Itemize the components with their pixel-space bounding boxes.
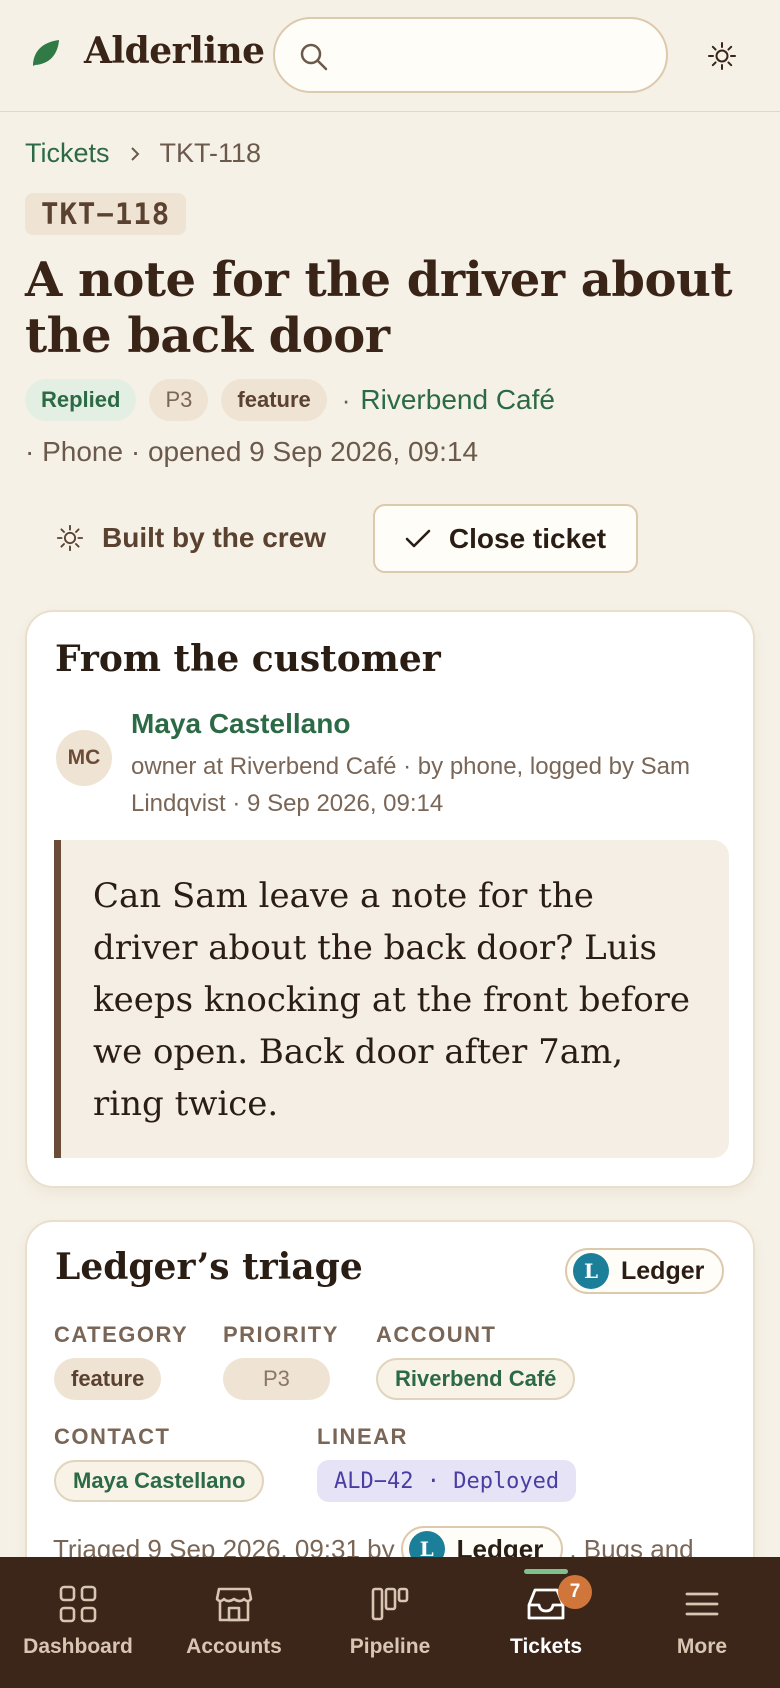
linear-issue-chip[interactable]: ALD−42 · Deployed xyxy=(317,1460,577,1502)
breadcrumb-current: TKT-118 xyxy=(159,138,262,168)
nav-label: Pipeline xyxy=(349,1635,431,1658)
ledger-name: Ledger xyxy=(621,1256,705,1285)
triage-card-title: Ledger’s triage xyxy=(55,1246,363,1288)
ledger-avatar: L xyxy=(573,1253,609,1289)
nav-item-pipeline[interactable]: Pipeline xyxy=(312,1557,468,1688)
close-ticket-label: Close ticket xyxy=(448,522,607,554)
customer-card-title: From the customer xyxy=(55,638,441,680)
nav-item-more[interactable]: More xyxy=(624,1557,780,1688)
contact-chip[interactable]: Maya Castellano xyxy=(54,1460,265,1502)
nav-item-accounts[interactable]: Accounts xyxy=(156,1557,312,1688)
account-label: ACCOUNT xyxy=(376,1322,497,1347)
store-icon xyxy=(215,1587,253,1622)
checkmark-icon xyxy=(405,529,431,547)
active-tab-indicator xyxy=(524,1569,568,1574)
account-chip[interactable]: Riverbend Café xyxy=(376,1358,576,1400)
brand-name[interactable]: Alderline xyxy=(84,30,265,72)
close-ticket-button[interactable]: Close ticket xyxy=(373,504,638,573)
search-input[interactable] xyxy=(345,33,645,79)
sun-icon xyxy=(56,524,84,552)
built-by-crew-button[interactable]: Built by the crew xyxy=(40,504,342,572)
priority-chip: P3 xyxy=(223,1358,330,1400)
ticket-id-badge: TKT−118 xyxy=(25,193,187,235)
tickets-count-badge: 7 xyxy=(558,1575,592,1609)
customer-message-card: From the customer MC Maya Castellano own… xyxy=(25,610,755,1188)
bottom-nav: Dashboard Accounts Pipeline 7 Tickets Mo… xyxy=(0,1557,780,1688)
priority-badge: P3 xyxy=(149,379,209,421)
status-badge: Replied xyxy=(25,379,137,421)
chevron-right-icon xyxy=(130,146,139,161)
grid-icon xyxy=(59,1585,97,1623)
nav-label: Accounts xyxy=(186,1635,282,1658)
category-chip: feature xyxy=(54,1358,162,1400)
breadcrumb-tickets-link[interactable]: Tickets xyxy=(25,138,110,169)
nav-label: Dashboard xyxy=(23,1635,133,1658)
account-link[interactable]: Riverbend Café xyxy=(360,384,555,416)
category-badge: feature xyxy=(221,379,327,421)
customer-meta: owner at Riverbend Café · by phone, logg… xyxy=(131,753,690,817)
menu-icon xyxy=(685,1592,719,1616)
nav-item-tickets[interactable]: 7 Tickets xyxy=(468,1557,624,1688)
breadcrumb: Tickets TKT-118 xyxy=(25,138,261,169)
meta-separator: · xyxy=(341,384,351,415)
built-by-crew-label: Built by the crew xyxy=(102,522,327,553)
ticket-meta-row: Replied P3 feature · Riverbend Café xyxy=(25,378,555,422)
priority-label: PRIORITY xyxy=(223,1322,339,1347)
kanban-icon xyxy=(371,1587,409,1621)
top-bar: Alderline xyxy=(0,0,780,112)
search-icon xyxy=(300,43,328,71)
customer-quote: Can Sam leave a note for the driver abou… xyxy=(54,840,729,1158)
ledger-agent-badge[interactable]: L Ledger xyxy=(565,1248,725,1294)
nav-item-dashboard[interactable]: Dashboard xyxy=(0,1557,156,1688)
sun-icon xyxy=(708,42,736,70)
linear-label: LINEAR xyxy=(317,1424,408,1449)
nav-label: More xyxy=(676,1635,728,1658)
leaf-logo-icon xyxy=(33,40,59,66)
category-label: CATEGORY xyxy=(54,1322,189,1347)
contact-label: CONTACT xyxy=(54,1424,171,1449)
customer-name-link[interactable]: Maya Castellano xyxy=(131,708,350,740)
theme-toggle-button[interactable] xyxy=(700,36,744,76)
ticket-opened-meta: · Phone · opened 9 Sep 2026, 09:14 xyxy=(25,436,479,467)
nav-label: Tickets xyxy=(510,1635,582,1658)
page-title: A note for the driver about the back doo… xyxy=(25,252,733,364)
avatar: MC xyxy=(56,730,112,786)
search-box[interactable] xyxy=(273,17,668,93)
